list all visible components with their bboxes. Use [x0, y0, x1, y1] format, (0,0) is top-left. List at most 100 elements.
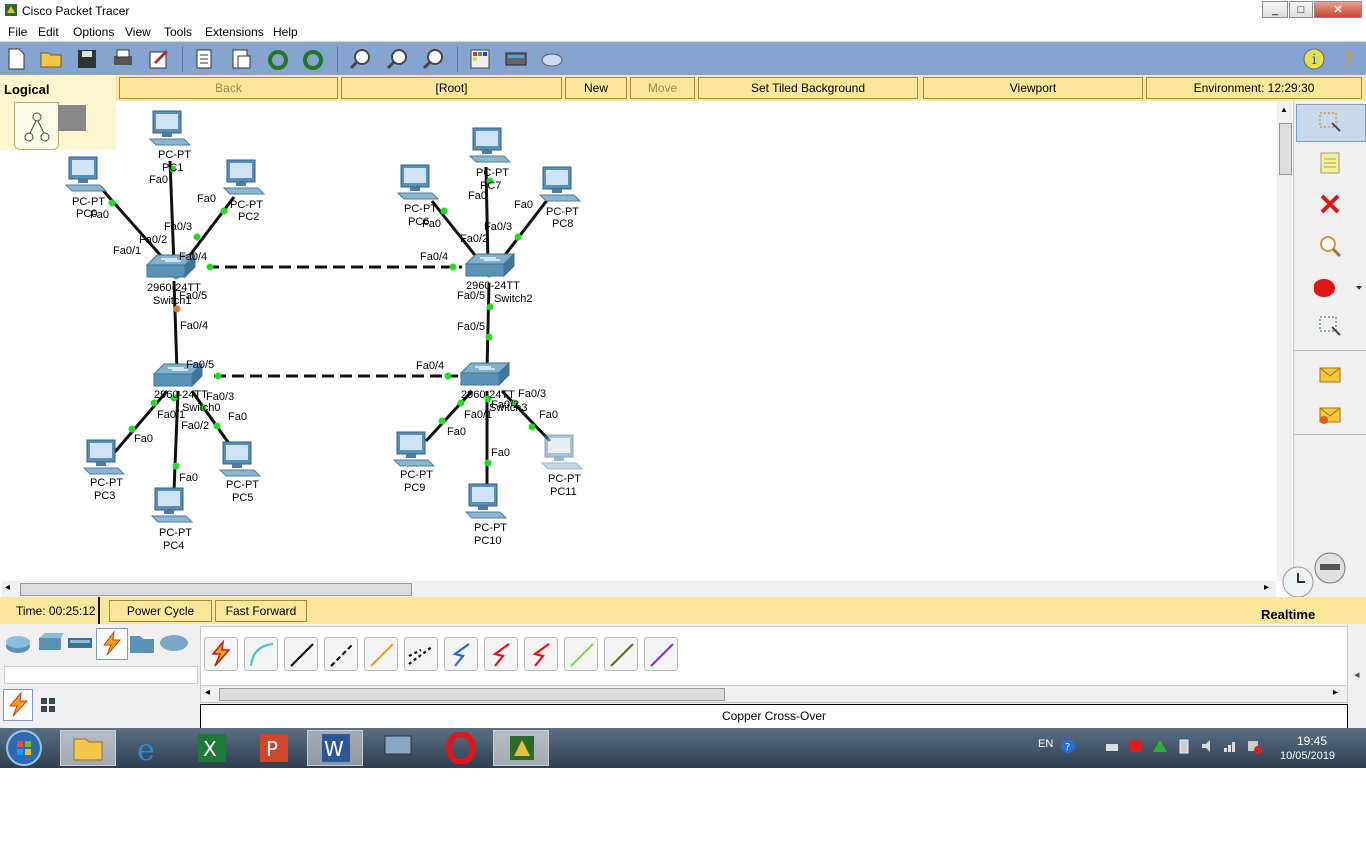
info-icon[interactable]: i	[1302, 47, 1326, 71]
move-object-button[interactable]: Move Object	[630, 77, 695, 115]
power-cycle-button[interactable]: Power Cycle Devices	[109, 600, 212, 638]
menu-help[interactable]: Help	[273, 25, 298, 39]
delete-icon[interactable]	[1318, 192, 1342, 216]
zoom-out-icon[interactable]	[421, 47, 445, 71]
clock-time[interactable]: 19:45	[1297, 734, 1327, 748]
explorer-icon[interactable]	[72, 733, 104, 763]
open-folder-icon[interactable]	[39, 47, 63, 71]
horizontal-scrollbar[interactable]: ◂ ▸	[2, 581, 1276, 597]
serial-dce-icon[interactable]	[484, 637, 518, 671]
battery-tray-icon[interactable]	[1176, 738, 1192, 754]
port-label: Fa0/3	[484, 221, 513, 233]
add-simple-pdu-icon[interactable]	[1318, 362, 1342, 386]
menu-tools[interactable]: Tools	[164, 25, 192, 39]
word-icon[interactable]: W	[320, 732, 352, 764]
octal-icon[interactable]	[564, 637, 598, 671]
menu-view[interactable]: View	[125, 25, 151, 39]
maximize-button[interactable]: □	[1289, 1, 1313, 18]
device-custom-icon[interactable]	[504, 47, 528, 71]
auto-connect-icon[interactable]	[5, 691, 31, 717]
network-alert-tray-icon[interactable]	[1152, 738, 1168, 754]
undo-icon[interactable]	[266, 47, 290, 71]
cluster-icon[interactable]	[540, 47, 564, 71]
physical-view-icon[interactable]	[58, 105, 86, 131]
paste-icon[interactable]	[229, 47, 253, 71]
save-icon[interactable]	[75, 47, 99, 71]
simulation-stopwatch-icon[interactable]	[1308, 550, 1352, 586]
print-icon[interactable]	[111, 47, 135, 71]
new-file-icon[interactable]	[4, 47, 28, 71]
environment-button[interactable]: Environment: 12:29:30	[1146, 77, 1362, 99]
iot-custom-icon[interactable]	[604, 637, 638, 671]
device-search-box[interactable]	[4, 666, 198, 684]
packet-tracer-icon[interactable]	[506, 732, 538, 764]
select-icon[interactable]	[1318, 111, 1342, 135]
zoom-reset-icon[interactable]	[385, 47, 409, 71]
menu-edit[interactable]: Edit	[38, 25, 59, 39]
copy-icon[interactable]	[192, 47, 216, 71]
signal-tray-icon[interactable]	[1222, 738, 1238, 754]
grid-icon[interactable]	[38, 695, 58, 715]
vertical-scrollbar[interactable]: ▲	[1277, 101, 1292, 581]
help-tray-icon[interactable]: ?	[1060, 738, 1076, 754]
realtime-mode-label[interactable]: Realtime	[1261, 607, 1315, 622]
console-icon[interactable]	[244, 637, 278, 671]
end-devices-icon[interactable]	[128, 630, 156, 656]
phone-icon[interactable]	[404, 637, 438, 671]
pc11-label-model: PC-PT	[548, 473, 581, 485]
switches-icon[interactable]	[36, 630, 64, 656]
draw-ellipse-icon[interactable]	[1314, 276, 1362, 300]
excel-icon[interactable]: X	[196, 732, 228, 764]
internet-explorer-icon[interactable]: e	[134, 732, 168, 764]
copper-straight-through-icon[interactable]	[284, 637, 318, 671]
logical-tab[interactable]: Logical	[0, 75, 116, 150]
network-disconnected-tray-icon[interactable]	[1246, 738, 1262, 754]
clock-date[interactable]: 10/05/2019	[1280, 750, 1335, 762]
wan-emulation-icon[interactable]	[158, 630, 190, 656]
powerpoint-icon[interactable]: P	[258, 732, 290, 764]
language-indicator[interactable]: EN	[1038, 738, 1053, 750]
logical-workspace[interactable]: PC-PT PC1 PC-PT PC0 PC-PT PC2 PC-PT PC7 PC-PT PC6…	[2, 101, 1276, 581]
fiber-icon[interactable]	[364, 637, 398, 671]
remote-desktop-icon[interactable]	[382, 732, 416, 764]
automatic-connection-icon[interactable]	[204, 637, 238, 671]
usb-icon[interactable]	[644, 637, 678, 671]
routers-icon[interactable]	[4, 630, 32, 656]
add-complex-pdu-icon[interactable]	[1318, 402, 1342, 426]
volume-tray-icon[interactable]	[1200, 738, 1216, 754]
start-orb-icon[interactable]	[4, 729, 44, 767]
copper-cross-over-icon[interactable]	[324, 637, 358, 671]
printer-tray-icon[interactable]	[1104, 738, 1120, 754]
vertical-scroll-thumb[interactable]	[1279, 123, 1292, 175]
zoom-in-icon[interactable]	[348, 47, 372, 71]
activity-wizard-icon[interactable]	[147, 47, 171, 71]
root-button[interactable]: [Root]	[341, 77, 562, 99]
note-icon[interactable]	[1318, 151, 1342, 175]
menu-options[interactable]: Options	[73, 25, 114, 39]
palette-icon[interactable]	[468, 47, 492, 71]
help-icon[interactable]: ?	[1338, 47, 1362, 71]
hubs-icon[interactable]	[66, 630, 94, 656]
connections-scrollbar[interactable]: ◂ ▸	[200, 685, 1348, 703]
back-button[interactable]: Back	[119, 77, 338, 99]
coaxial-icon[interactable]	[444, 637, 478, 671]
connections-icon[interactable]	[98, 630, 126, 656]
redo-icon[interactable]	[301, 47, 325, 71]
logical-view-icon[interactable]	[14, 102, 59, 150]
viewport-button[interactable]: Viewport	[923, 77, 1143, 99]
inspect-icon[interactable]	[1318, 234, 1342, 258]
close-button[interactable]: ✕	[1314, 1, 1362, 18]
horizontal-scroll-thumb[interactable]	[20, 583, 412, 596]
opera-icon[interactable]	[444, 732, 478, 764]
serial-dte-icon[interactable]	[524, 637, 558, 671]
connections-scroll-thumb[interactable]	[219, 688, 725, 701]
resize-icon[interactable]	[1318, 315, 1342, 339]
new-cluster-button[interactable]: New Cluster	[565, 77, 627, 115]
security-tray-icon[interactable]	[1128, 738, 1144, 754]
menu-file[interactable]: File	[8, 25, 27, 39]
minimize-button[interactable]: _	[1262, 1, 1288, 18]
menu-extensions[interactable]: Extensions	[205, 25, 264, 39]
svg-text:?: ?	[1065, 742, 1070, 753]
set-tiled-background-button[interactable]: Set Tiled Background	[698, 77, 918, 99]
fast-forward-button[interactable]: Fast Forward Time	[215, 600, 307, 638]
